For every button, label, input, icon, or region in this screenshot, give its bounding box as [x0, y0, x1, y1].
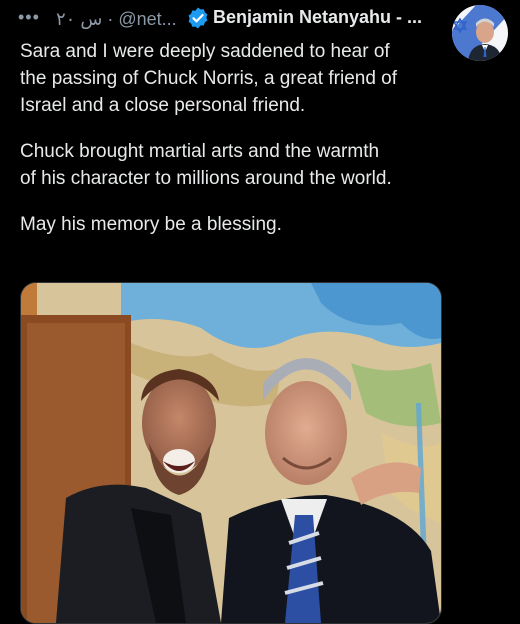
- author-avatar[interactable]: [452, 5, 508, 61]
- tweet-paragraph: May his memory be a blessing.: [20, 214, 282, 235]
- tweet-paragraph: Chuck brought martial arts and the warmt…: [20, 141, 392, 189]
- tweet-text: Sara and I were deeply saddened to hear …: [20, 38, 440, 257]
- tweet-meta[interactable]: ۲۰ س · @net...: [56, 9, 177, 30]
- author-display-name[interactable]: Benjamin Netanyahu - ...: [213, 7, 422, 28]
- more-horizontal-icon[interactable]: •••: [18, 8, 40, 26]
- avatar-image: [452, 5, 508, 61]
- tweet-paragraph: Sara and I were deeply saddened to hear …: [20, 41, 398, 116]
- tweet-header: ••• ۲۰ س · @net... Benjamin Netanyahu - …: [0, 0, 520, 61]
- photo-image: [21, 283, 441, 623]
- tweet-photo[interactable]: [20, 282, 442, 624]
- verified-badge-icon: [188, 7, 208, 29]
